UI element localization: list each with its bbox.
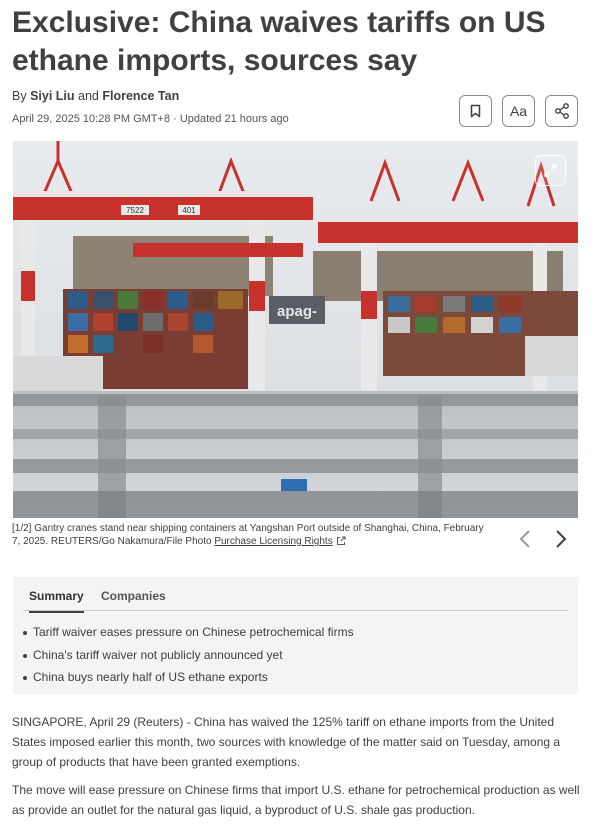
container-stack bbox=[383, 291, 578, 376]
expand-photo-button[interactable] bbox=[535, 155, 566, 186]
tab-companies[interactable]: Companies bbox=[101, 589, 166, 611]
share-button[interactable] bbox=[545, 95, 578, 127]
summary-item: Tariff waiver eases pressure on Chinese … bbox=[23, 621, 354, 644]
port-scene-image: 7522 401 apag- bbox=[13, 141, 578, 518]
building-sign-text: apag- bbox=[277, 303, 317, 320]
chevron-left-icon bbox=[519, 530, 530, 548]
summary-list: Tariff waiver eases pressure on Chinese … bbox=[23, 621, 354, 689]
text-size-label: Aa bbox=[509, 103, 528, 119]
body-paragraph: SINGAPORE, April 29 (Reuters) - China ha… bbox=[12, 715, 561, 769]
tab-summary[interactable]: Summary bbox=[29, 589, 84, 613]
bookmark-button[interactable] bbox=[459, 95, 492, 127]
body-paragraph: The move will ease pressure on Chinese f… bbox=[12, 783, 580, 817]
dateline: April 29, 2025 10:28 PM GMT+8 · Updated … bbox=[12, 113, 289, 125]
article-photo[interactable]: 7522 401 apag- bbox=[13, 141, 578, 518]
share-icon bbox=[554, 103, 569, 119]
article-headline: Exclusive: China waives tariffs on US et… bbox=[12, 6, 546, 77]
author-link[interactable]: Siyi Liu bbox=[30, 89, 74, 103]
gallery-prev-button[interactable] bbox=[515, 527, 535, 551]
crane-sign-text: 7522 bbox=[126, 206, 144, 215]
author-link[interactable]: Florence Tan bbox=[102, 89, 179, 103]
summary-item: China's tariff waiver not publicly annou… bbox=[23, 644, 354, 667]
byline: By Siyi Liu and Florence Tan bbox=[12, 89, 179, 103]
chevron-right-icon bbox=[556, 530, 567, 548]
external-link-icon bbox=[336, 536, 346, 545]
bookmark-icon bbox=[470, 104, 481, 118]
photo-caption: [1/2] Gantry cranes stand near shipping … bbox=[12, 522, 487, 548]
byline-and: and bbox=[78, 89, 99, 103]
licensing-link[interactable]: Purchase Licensing Rights bbox=[214, 536, 332, 547]
text-size-button[interactable]: Aa bbox=[502, 95, 535, 127]
byline-prefix: By bbox=[12, 89, 27, 103]
gallery-next-button[interactable] bbox=[551, 527, 571, 551]
summary-item: China buys nearly half of US ethane expo… bbox=[23, 666, 354, 689]
summary-tabs: Summary Companies bbox=[23, 585, 568, 613]
expand-icon bbox=[544, 164, 557, 177]
crane-sign-text: 401 bbox=[182, 206, 196, 215]
summary-panel: Summary Companies Tariff waiver eases pr… bbox=[13, 577, 578, 694]
